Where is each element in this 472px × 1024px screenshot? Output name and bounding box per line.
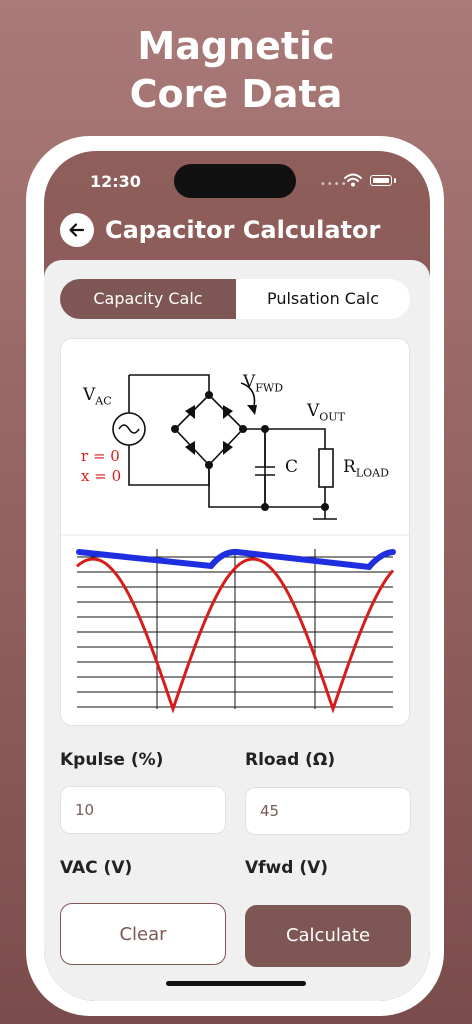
content-panel: Capacity Calc Pulsation Calc VAC VFWD VO… — [44, 260, 430, 1001]
page-title: Capacitor Calculator — [105, 216, 381, 244]
source-r-note: r = 0 — [81, 447, 120, 465]
app-header: Capacitor Calculator — [60, 213, 420, 249]
rload-field[interactable] — [245, 787, 411, 835]
source-x-note: x = 0 — [81, 467, 122, 485]
capacitor-label: C — [285, 457, 299, 477]
rload-label: Rload (Ω) — [245, 750, 336, 770]
rload-input[interactable] — [246, 788, 400, 834]
status-time: 12:30 — [90, 172, 141, 191]
rectifier-circuit-diagram — [61, 374, 409, 714]
vfwd-label: VFWD — [243, 372, 284, 395]
app-screen: 12:30 •••• Capacitor Calculator Capacity… — [44, 151, 430, 1001]
status-bar: 12:30 •••• — [44, 151, 430, 211]
vout-label: VOUT — [307, 401, 345, 424]
arrow-left-icon — [69, 223, 85, 237]
clear-button[interactable]: Clear — [60, 903, 226, 965]
rload-diagram-label: RLOAD — [343, 457, 389, 480]
back-button[interactable] — [60, 213, 94, 247]
battery-icon — [370, 175, 392, 186]
kpulse-input[interactable] — [61, 787, 215, 833]
battery-cap — [394, 178, 396, 183]
promo-title-line1: Magnetic — [137, 24, 335, 68]
promo-title: Magnetic Core Data — [0, 22, 472, 118]
home-indicator — [166, 981, 306, 986]
vac-field-label: VAC (V) — [60, 858, 133, 878]
circuit-diagram-card: VAC VFWD VOUT r = 0 x = 0 C RLOAD — [60, 338, 410, 726]
calc-tabs: Capacity Calc Pulsation Calc — [60, 279, 410, 319]
tab-pulsation-calc[interactable]: Pulsation Calc — [236, 279, 410, 319]
promo-title-line2: Core Data — [129, 72, 343, 116]
kpulse-label: Kpulse (%) — [60, 750, 164, 770]
calculate-button[interactable]: Calculate — [245, 905, 411, 967]
dynamic-island — [174, 164, 296, 198]
tab-capacity-calc[interactable]: Capacity Calc — [60, 279, 236, 319]
vfwd-field-label: Vfwd (V) — [245, 858, 329, 878]
ripple-wave — [76, 548, 396, 571]
vac-label: VAC — [83, 385, 112, 408]
wifi-icon — [344, 173, 362, 187]
kpulse-field[interactable] — [60, 786, 226, 834]
